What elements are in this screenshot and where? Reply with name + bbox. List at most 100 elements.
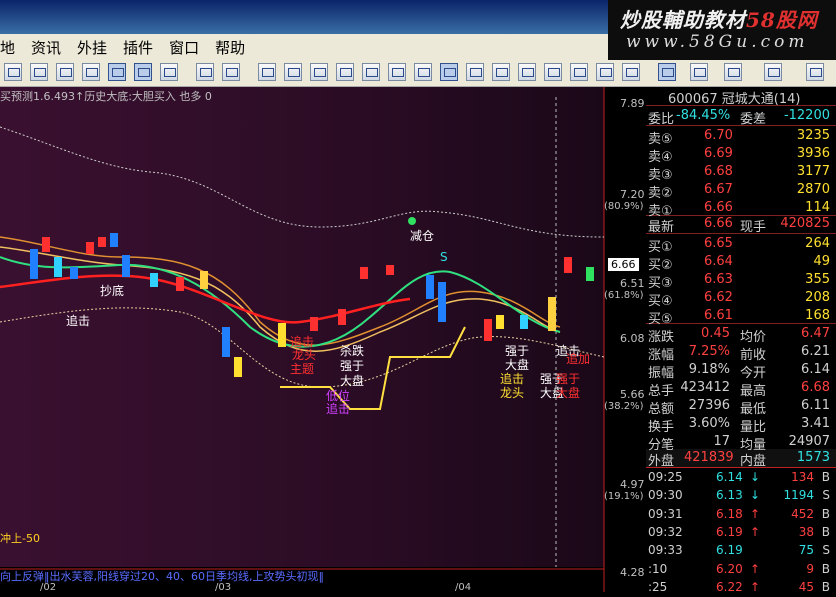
window-icon[interactable] (30, 63, 48, 81)
stat-value: 7.25% (688, 344, 730, 359)
trade-volume: 9 (806, 561, 814, 576)
stat-value: 24907 (788, 434, 830, 449)
stat-value: 6.21 (801, 344, 830, 359)
trade-time: 09:31 (648, 506, 683, 521)
sell-level-row: 卖④ 6.69 3936 (646, 145, 836, 165)
stock-title: 600067 冠城大通(14) (668, 92, 801, 107)
trade-time: 09:32 (648, 524, 683, 539)
trade-price: 6.14 (716, 470, 743, 484)
stat-value: 6.47 (801, 326, 830, 341)
menu-item-help[interactable]: 帮助 (207, 37, 253, 58)
level-label: 卖① (648, 204, 673, 219)
print-icon[interactable] (160, 63, 178, 81)
signal-label: S (440, 250, 448, 264)
stat-label: 均量 (740, 438, 767, 453)
price-tick: 7.89 (620, 97, 645, 110)
trade-volume: 1194 (783, 488, 814, 503)
period-day-icon[interactable] (388, 63, 406, 81)
grid-icon[interactable] (56, 63, 74, 81)
level-volume: 114 (805, 200, 830, 215)
level-price: 6.66 (704, 200, 733, 215)
trend-arrow-icon: ↓ (750, 488, 761, 503)
level-volume: 168 (805, 308, 830, 323)
buy-level-row: 买② 6.64 49 (646, 253, 836, 273)
trade-volume: 134 (791, 470, 814, 484)
tick-trade-row: 09:25 6.14 ↓ 134 B (646, 469, 836, 487)
menu-item-news[interactable]: 资讯 (23, 37, 69, 58)
arrow-tool-icon[interactable] (806, 63, 824, 81)
level-volume: 208 (805, 290, 830, 305)
period-60-icon[interactable] (362, 63, 380, 81)
level-volume: 264 (805, 236, 830, 251)
price-tick: 6.08 (620, 332, 645, 345)
trade-time: 09:33 (648, 543, 683, 558)
level-volume: 3177 (796, 164, 830, 179)
stat-row: 总额 27396 最低 6.11 (646, 397, 836, 417)
signal-label: 追击 (326, 402, 351, 416)
tick-trade-row: 09:31 6.18 ↑ 452 B (646, 506, 836, 524)
bars-tool-icon[interactable] (764, 63, 782, 81)
level-price: 6.65 (704, 236, 733, 251)
toolbar (0, 60, 836, 87)
menu-item-window[interactable]: 窗口 (161, 37, 207, 58)
signal-label: 龙头 (500, 386, 525, 400)
period-icon[interactable] (222, 63, 240, 81)
trade-price: 6.19 (716, 543, 743, 558)
stat-row: 涨跌 0.45 均价 6.47 (646, 325, 836, 345)
trade-side: S (822, 488, 830, 503)
current-price-tag: 6.66 (608, 258, 639, 271)
line-tool-icon[interactable] (690, 63, 708, 81)
period-icon[interactable] (196, 63, 214, 81)
trade-price: 6.20 (716, 561, 743, 576)
period-5-icon[interactable] (284, 63, 302, 81)
sell-level-row: 卖① 6.66 114 (646, 199, 836, 219)
level-volume: 355 (805, 272, 830, 287)
period-icon[interactable] (466, 63, 484, 81)
sell-level-row: 卖⑤ 6.70 3235 (646, 127, 836, 147)
period-15-icon[interactable] (310, 63, 328, 81)
period-icon[interactable] (596, 63, 614, 81)
menu-item-plugins-ext[interactable]: 外挂 (69, 37, 115, 58)
stat-value: 3.41 (801, 416, 830, 431)
trade-side: S (822, 543, 830, 558)
fib-tool-icon[interactable] (724, 63, 742, 81)
tick-trade-row: :10 6.20 ↑ 9 B (646, 561, 836, 579)
chart-icon[interactable] (82, 63, 100, 81)
signal-label: 追击 (66, 314, 91, 328)
price-tick: 7.20 (620, 188, 645, 201)
weibi-row: 委比 -84.45% 委差 -12200 (648, 108, 830, 127)
pct-tick: (38.2%) (604, 401, 644, 412)
period-1-icon[interactable] (258, 63, 276, 81)
menu-item-partial[interactable]: 地 (0, 37, 23, 58)
period-icon[interactable] (622, 63, 640, 81)
settings-gear-icon[interactable] (4, 63, 22, 81)
trade-time: 09:30 (648, 488, 683, 503)
split-view-icon[interactable] (134, 63, 152, 81)
menu-item-addons[interactable]: 插件 (115, 37, 161, 58)
tick-trade-row: :25 6.22 ↑ 45 B (646, 579, 836, 597)
trade-side: B (821, 506, 830, 521)
stat-value: 3.60% (688, 416, 730, 431)
quote-panel: 600067 冠城大通(14) 委比 -84.45% 委差 -12200 最新 … (646, 87, 836, 594)
kline-view-icon[interactable] (108, 63, 126, 81)
period-icon[interactable] (492, 63, 510, 81)
level-volume: 3936 (796, 146, 830, 161)
x-axis-label: /03 (215, 582, 232, 593)
stat-value: 423412 (680, 380, 730, 395)
period-icon[interactable] (570, 63, 588, 81)
period-30-icon[interactable] (336, 63, 354, 81)
buy-level-row: 买① 6.65 264 (646, 235, 836, 255)
period-month-icon[interactable] (440, 63, 458, 81)
period-week-icon[interactable] (414, 63, 432, 81)
level-volume: 2870 (796, 182, 830, 197)
draw-line-icon[interactable] (658, 63, 676, 81)
trade-volume: 38 (798, 524, 814, 539)
level-volume: 49 (813, 254, 830, 269)
period-icon[interactable] (544, 63, 562, 81)
period-icon[interactable] (518, 63, 536, 81)
buy-level-row: 买④ 6.62 208 (646, 289, 836, 309)
level-volume: 3235 (796, 128, 830, 143)
price-tick: 6.51 (620, 277, 645, 290)
trade-side: B (821, 470, 830, 484)
trend-arrow-icon: ↓ (750, 470, 761, 484)
